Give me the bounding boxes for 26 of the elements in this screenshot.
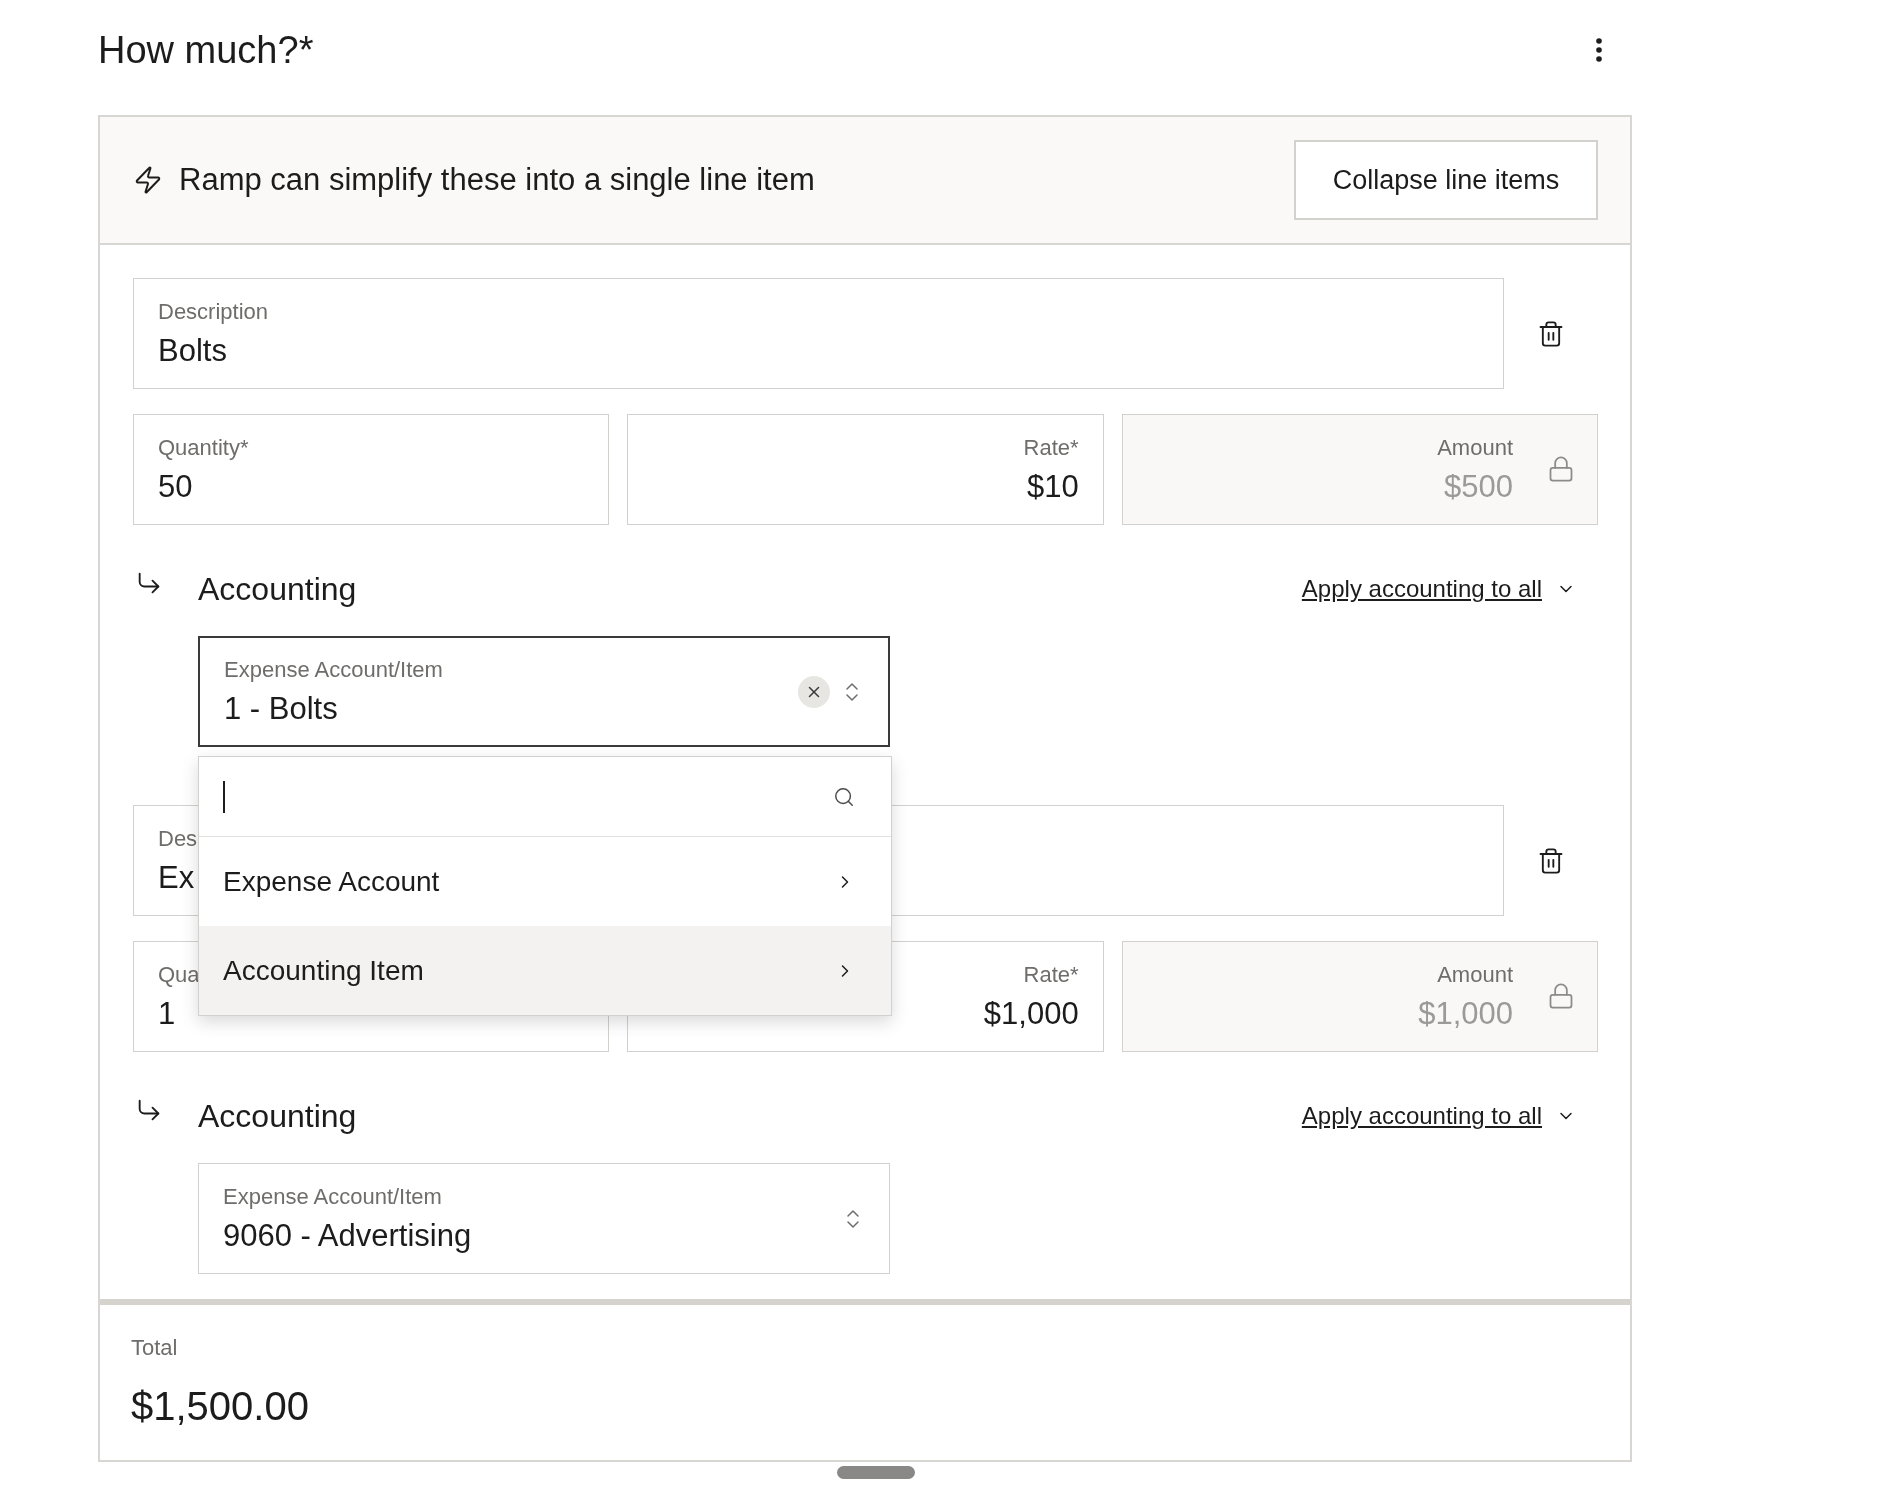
section-title: Accounting [198, 1097, 357, 1136]
field-value: 9060 - Advertising [223, 1217, 473, 1254]
field-value: Ex [158, 859, 195, 896]
total-label: Total [131, 1334, 179, 1362]
field-value: $500 [1444, 468, 1513, 505]
field-label: Rate* [1023, 961, 1079, 988]
field-value: 1 - Bolts [224, 690, 339, 727]
field-value: 1 [158, 995, 176, 1032]
field-label: Amount [1437, 434, 1513, 461]
field-value: $1,000 [983, 995, 1079, 1032]
field-label: Expense Account/Item [223, 1183, 443, 1210]
field-label: Rate* [1023, 434, 1079, 461]
field-value: $10 [1026, 468, 1079, 505]
field-label: Description [158, 298, 269, 325]
banner-text: Ramp can simplify these into a single line item [179, 160, 816, 199]
field-value: Bolts [158, 332, 227, 369]
total-value: $1,500.00 [131, 1383, 310, 1430]
field-label: Des [158, 825, 198, 852]
section-title: Accounting [198, 570, 357, 609]
section-heading: How much?* [98, 27, 315, 73]
field-label: Expense Account/Item [224, 656, 444, 683]
field-label: Qua [158, 961, 200, 988]
field-label: Quantity* [158, 434, 249, 461]
field-value: 50 [158, 468, 193, 505]
field-label: Amount [1437, 961, 1513, 988]
field-value: $1,000 [1418, 995, 1513, 1032]
